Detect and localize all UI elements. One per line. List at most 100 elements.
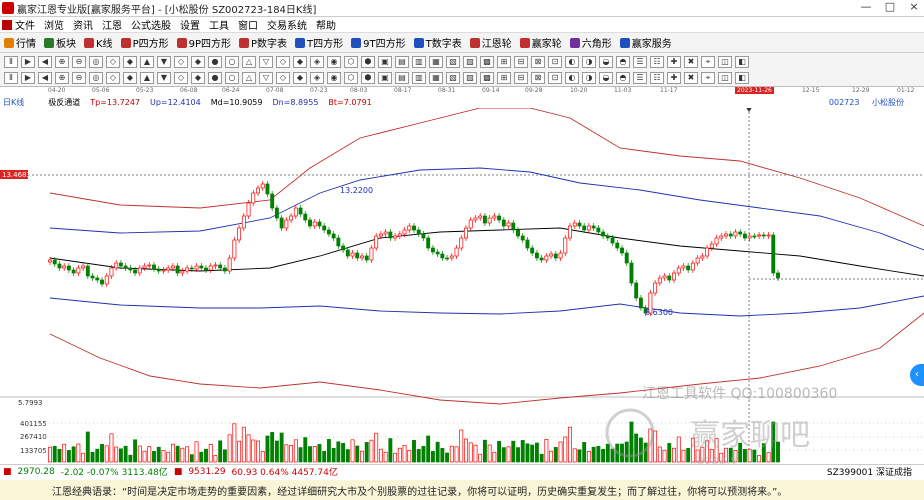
- toolbar-button-8[interactable]: T数字表: [413, 35, 462, 50]
- drawing-tool-icon[interactable]: ◒: [599, 56, 613, 68]
- drawing-tool-icon[interactable]: ⊞: [497, 72, 511, 84]
- drawing-tool-icon[interactable]: ◓: [616, 56, 630, 68]
- drawing-tool-icon[interactable]: ▼: [157, 72, 171, 84]
- drawing-tool-icon[interactable]: Ⅱ: [4, 72, 18, 84]
- toolbar-button-10[interactable]: 赢家轮: [519, 35, 562, 50]
- drawing-tool-icon[interactable]: ⌖: [701, 56, 715, 68]
- drawing-tool-icon[interactable]: ◀: [38, 56, 52, 68]
- drawing-tool-icon[interactable]: ⊕: [55, 56, 69, 68]
- toolbar-button-0[interactable]: 行情: [4, 35, 36, 50]
- drawing-tool-icon[interactable]: ◇: [106, 56, 120, 68]
- minimize-button[interactable]: —: [858, 0, 874, 13]
- drawing-tool-icon[interactable]: ◉: [327, 72, 341, 84]
- drawing-tool-icon[interactable]: ▽: [259, 72, 273, 84]
- drawing-tool-icon[interactable]: ☷: [650, 72, 664, 84]
- drawing-tool-icon[interactable]: ▶: [21, 72, 35, 84]
- menu-formula[interactable]: 公式选股: [131, 17, 171, 32]
- drawing-tool-icon[interactable]: ▤: [395, 56, 409, 68]
- menu-trading[interactable]: 交易系统: [267, 17, 307, 32]
- toolbar-button-2[interactable]: K线: [84, 35, 113, 50]
- close-button[interactable]: ×: [906, 0, 922, 13]
- drawing-tool-icon[interactable]: ▦: [429, 56, 443, 68]
- drawing-tool-icon[interactable]: ▥: [412, 56, 426, 68]
- drawing-tool-icon[interactable]: ⌖: [701, 72, 715, 84]
- menu-settings[interactable]: 设置: [180, 17, 200, 32]
- drawing-tool-icon[interactable]: ◐: [565, 56, 579, 68]
- drawing-tool-icon[interactable]: ▣: [378, 72, 392, 84]
- drawing-tool-icon[interactable]: Ⅱ: [4, 56, 18, 68]
- menu-tools[interactable]: 工具: [209, 17, 229, 32]
- drawing-tool-icon[interactable]: ✚: [667, 56, 681, 68]
- drawing-tool-icon[interactable]: ▲: [140, 56, 154, 68]
- maximize-button[interactable]: □: [882, 0, 898, 13]
- menu-news[interactable]: 资讯: [73, 17, 93, 32]
- drawing-tool-icon[interactable]: ⊟: [514, 72, 528, 84]
- drawing-tool-icon[interactable]: ●: [208, 56, 222, 68]
- menu-help[interactable]: 帮助: [316, 17, 336, 32]
- drawing-tool-icon[interactable]: ⊠: [531, 72, 545, 84]
- drawing-tool-icon[interactable]: ◒: [599, 72, 613, 84]
- drawing-tool-icon[interactable]: ◫: [718, 56, 732, 68]
- drawing-tool-icon[interactable]: ◆: [123, 72, 137, 84]
- drawing-tool-icon[interactable]: ◈: [310, 56, 324, 68]
- drawing-tool-icon[interactable]: ▩: [480, 72, 494, 84]
- drawing-tool-icon[interactable]: ◀: [38, 72, 52, 84]
- drawing-tool-icon[interactable]: ◧: [735, 56, 749, 68]
- drawing-tool-icon[interactable]: ◆: [123, 56, 137, 68]
- drawing-tool-icon[interactable]: ▤: [395, 72, 409, 84]
- drawing-tool-icon[interactable]: ◆: [191, 56, 205, 68]
- menu-file[interactable]: 文件: [15, 17, 35, 32]
- drawing-tool-icon[interactable]: ⊖: [72, 56, 86, 68]
- drawing-tool-icon[interactable]: ☰: [633, 56, 647, 68]
- drawing-tool-icon[interactable]: ⊕: [55, 72, 69, 84]
- drawing-tool-icon[interactable]: ○: [225, 72, 239, 84]
- kline-chart[interactable]: 13.4683 5.7993 401155 267410 133705 13.2…: [0, 108, 924, 464]
- toolbar-button-9[interactable]: 江恩轮: [469, 35, 512, 50]
- sh-index-value[interactable]: 2970.28: [18, 467, 55, 477]
- drawing-tool-icon[interactable]: ⊡: [548, 72, 562, 84]
- drawing-tool-icon[interactable]: ⬢: [361, 56, 375, 68]
- drawing-tool-icon[interactable]: ▦: [429, 72, 443, 84]
- drawing-tool-icon[interactable]: ▼: [157, 56, 171, 68]
- drawing-tool-icon[interactable]: ✚: [667, 72, 681, 84]
- period-label[interactable]: 日K线: [3, 97, 24, 108]
- drawing-tool-icon[interactable]: ▥: [412, 72, 426, 84]
- drawing-tool-icon[interactable]: ◇: [276, 56, 290, 68]
- drawing-tool-icon[interactable]: ▶: [21, 56, 35, 68]
- drawing-tool-icon[interactable]: ▧: [446, 56, 460, 68]
- toolbar-button-5[interactable]: P数字表: [239, 35, 287, 50]
- drawing-tool-icon[interactable]: ◐: [565, 72, 579, 84]
- drawing-tool-icon[interactable]: ▨: [463, 72, 477, 84]
- drawing-tool-icon[interactable]: ◎: [89, 72, 103, 84]
- drawing-tool-icon[interactable]: ◇: [174, 56, 188, 68]
- drawing-tool-icon[interactable]: ⬡: [344, 56, 358, 68]
- drawing-tool-icon[interactable]: ◇: [106, 72, 120, 84]
- drawing-tool-icon[interactable]: ◑: [582, 56, 596, 68]
- drawing-tool-icon[interactable]: ⊡: [548, 56, 562, 68]
- drawing-tool-icon[interactable]: ☷: [650, 56, 664, 68]
- drawing-tool-icon[interactable]: ○: [225, 56, 239, 68]
- drawing-tool-icon[interactable]: ⊞: [497, 56, 511, 68]
- drawing-tool-icon[interactable]: ◇: [174, 72, 188, 84]
- sz-index-value[interactable]: 9531.29: [188, 467, 225, 477]
- drawing-tool-icon[interactable]: ⊠: [531, 56, 545, 68]
- toolbar-button-4[interactable]: 9P四方形: [176, 35, 231, 50]
- drawing-tool-icon[interactable]: ☰: [633, 72, 647, 84]
- menu-gann[interactable]: 江恩: [102, 17, 122, 32]
- drawing-tool-icon[interactable]: ◓: [616, 72, 630, 84]
- drawing-tool-icon[interactable]: ⊟: [514, 56, 528, 68]
- drawing-tool-icon[interactable]: ◈: [310, 72, 324, 84]
- drawing-tool-icon[interactable]: ▩: [480, 56, 494, 68]
- drawing-tool-icon[interactable]: △: [242, 72, 256, 84]
- drawing-tool-icon[interactable]: ◆: [293, 72, 307, 84]
- drawing-tool-icon[interactable]: ◫: [718, 72, 732, 84]
- toolbar-button-12[interactable]: 赢家服务: [619, 35, 672, 50]
- drawing-tool-icon[interactable]: △: [242, 56, 256, 68]
- drawing-tool-icon[interactable]: ⊖: [72, 72, 86, 84]
- drawing-tool-icon[interactable]: ▽: [259, 56, 273, 68]
- drawing-tool-icon[interactable]: ▲: [140, 72, 154, 84]
- drawing-tool-icon[interactable]: ◆: [293, 56, 307, 68]
- menu-window[interactable]: 窗口: [238, 17, 258, 32]
- toolbar-button-11[interactable]: 六角形: [569, 35, 612, 50]
- drawing-tool-icon[interactable]: ⬢: [361, 72, 375, 84]
